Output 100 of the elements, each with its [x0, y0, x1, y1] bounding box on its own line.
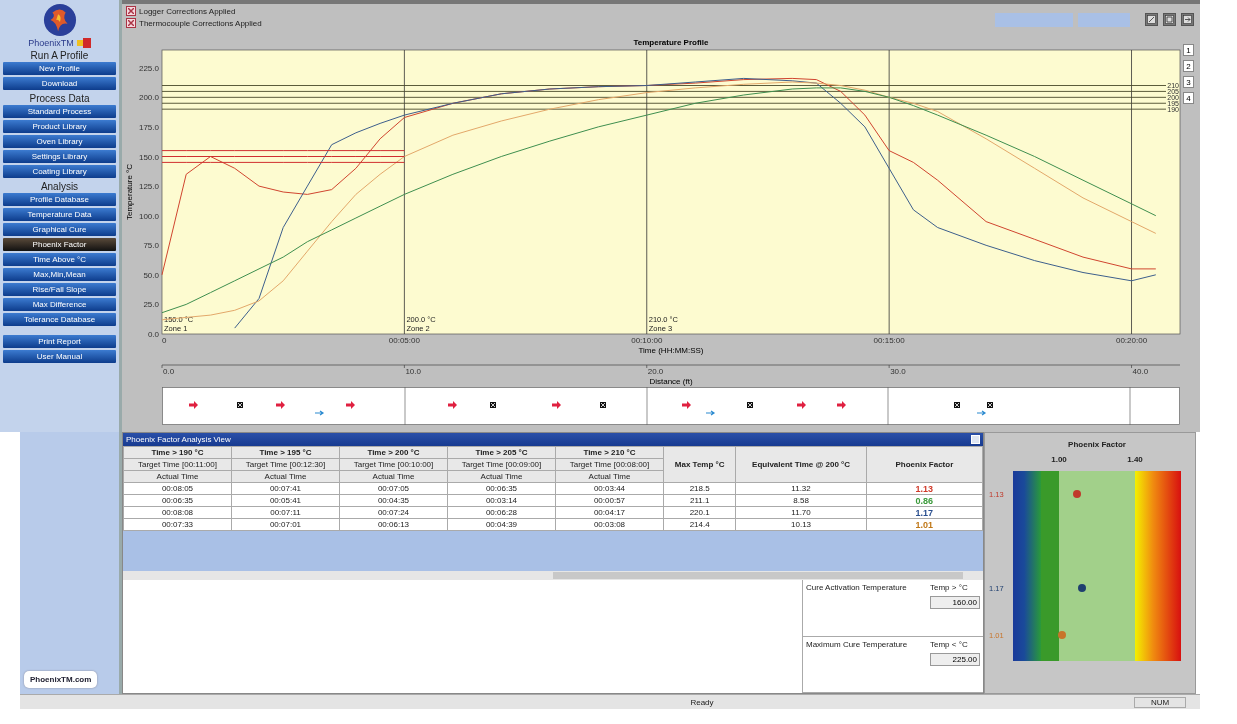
trace-button[interactable]: 4 — [1183, 92, 1194, 104]
table-cell: 8.58 — [735, 494, 867, 507]
table-cell: 11.70 — [735, 506, 867, 519]
checkbox[interactable] — [126, 6, 136, 16]
save-icon — [1165, 15, 1174, 24]
nav-button[interactable]: Max Difference — [3, 298, 116, 311]
arrow-icon — [682, 401, 691, 409]
axis-label: 50.0 — [143, 270, 159, 280]
column-header: Equivalent Time @ 200 °C — [735, 446, 867, 483]
table-cell: 00:04:39 — [447, 518, 556, 531]
blank-field — [1078, 13, 1130, 27]
axis-label: 10.0 — [405, 367, 421, 376]
table-cell: 00:08:08 — [123, 506, 232, 519]
arrow-icon — [276, 401, 285, 409]
field-unit: Temp > °C — [930, 583, 969, 592]
edit-button[interactable] — [1145, 13, 1158, 26]
cross-icon — [490, 402, 496, 408]
trace-button[interactable]: 3 — [1183, 76, 1194, 88]
table-cell: 00:06:35 — [447, 482, 556, 495]
table-cell: 00:07:24 — [339, 506, 448, 519]
factor-value: 1.13 — [915, 483, 934, 494]
axis-label: 75.0 — [143, 241, 159, 251]
cross-icon — [600, 402, 606, 408]
table-cell: 00:04:17 — [555, 506, 664, 519]
export-button[interactable] — [1181, 13, 1194, 26]
cross-icon — [237, 402, 243, 408]
scrollbar[interactable] — [123, 571, 983, 580]
axis-label: 00:15:00 — [873, 336, 905, 345]
cross-icon — [747, 402, 753, 408]
checkbox[interactable] — [126, 18, 136, 28]
nav-button[interactable]: User Manual — [3, 350, 116, 363]
trace-button[interactable]: 2 — [1183, 60, 1194, 72]
axis-title: Time (HH:MM:SS) — [638, 346, 704, 355]
table-cell: 11.32 — [735, 482, 867, 495]
axis-title: Distance (ft) — [649, 377, 693, 386]
factor-value: 1.01 — [915, 519, 934, 530]
nav-button[interactable]: Phoenix Factor — [3, 238, 116, 251]
table-cell: 211.1 — [663, 494, 736, 507]
table-cell: 00:04:35 — [339, 494, 448, 507]
arrow-icon — [552, 401, 561, 409]
probe-icon — [705, 410, 716, 416]
input-field[interactable]: 225.00 — [930, 652, 980, 666]
axis-label: 40.0 — [1132, 367, 1149, 376]
axis-label: 00:20:00 — [1115, 336, 1148, 345]
nav-button[interactable]: Rise/Fall Slope — [3, 283, 116, 296]
nav-button[interactable]: Profile Database — [3, 193, 116, 206]
nav-button[interactable]: Temperature Data — [3, 208, 116, 221]
table-cell: 00:07:33 — [123, 518, 232, 531]
axis-label: 0.0 — [163, 367, 175, 376]
axis-label: 100.0 — [138, 211, 159, 221]
arrow-icon — [448, 401, 457, 409]
table-cell: 10.13 — [735, 518, 867, 531]
axis-label: 00:05:00 — [388, 336, 420, 345]
arrow-icon — [346, 401, 355, 409]
edit-icon — [1147, 15, 1156, 24]
save-button[interactable] — [1163, 13, 1176, 26]
cross-icon — [954, 402, 960, 408]
table-cell: 00:07:11 — [231, 506, 340, 519]
nav-button[interactable]: Coating Library — [3, 165, 116, 178]
arrow-icon — [189, 401, 198, 409]
axis-label: 175.0 — [138, 122, 159, 132]
nav-button[interactable]: Print Report — [3, 335, 116, 348]
checkbox-label: Thermocouple Corrections Applied — [139, 18, 262, 28]
axis-label: 0 — [162, 336, 167, 345]
nav-button[interactable]: Oven Library — [3, 135, 116, 148]
table-cell: 00:05:41 — [231, 494, 340, 507]
website-link[interactable]: PhoenixTM.com — [24, 671, 98, 688]
nav-button[interactable]: Settings Library — [3, 150, 116, 163]
table-cell: 00:00:57 — [555, 494, 664, 507]
factor-value: 0.86 — [915, 495, 934, 506]
nav-button[interactable]: Max,Min,Mean — [3, 268, 116, 281]
probe-icon — [314, 410, 325, 416]
nav-button[interactable]: Tolerance Database — [3, 313, 116, 326]
column-header: Time > 200 °C — [339, 446, 448, 459]
table-cell: 00:03:14 — [447, 494, 556, 507]
factor-value: 1.17 — [915, 507, 934, 518]
axis-label: 225.0 — [138, 63, 159, 73]
table-cell: 00:03:44 — [555, 482, 664, 495]
field-label: Maximum Cure Temperature — [806, 639, 909, 649]
axis-label: 25.0 — [143, 300, 159, 310]
nav-button[interactable]: Download — [3, 77, 116, 90]
status-indicator: NUM — [1134, 696, 1186, 708]
scale-label: 1.00 — [1051, 455, 1067, 464]
column-header: Max Temp °C — [663, 446, 736, 483]
trace-button[interactable]: 1 — [1183, 44, 1194, 56]
section-heading: Analysis — [39, 181, 80, 192]
nav-button[interactable]: Product Library — [3, 120, 116, 133]
chart-title: Temperature Profile — [633, 38, 709, 47]
table-cell: 220.1 — [663, 506, 736, 519]
axis-label: 0.0 — [147, 330, 159, 339]
nav-button[interactable]: Graphical Cure — [3, 223, 116, 236]
checkbox-label: Logger Corrections Applied — [139, 6, 236, 16]
table-cell: 00:07:41 — [231, 482, 340, 495]
nav-button[interactable]: New Profile — [3, 62, 116, 75]
nav-button[interactable]: Time Above °C — [3, 253, 116, 266]
axis-label: 20.0 — [647, 367, 664, 376]
input-field[interactable]: 160.00 — [930, 596, 980, 609]
nav-button[interactable]: Standard Process — [3, 105, 116, 118]
field-unit: Temp < °C — [930, 639, 969, 649]
column-header: Time > 210 °C — [555, 446, 664, 459]
